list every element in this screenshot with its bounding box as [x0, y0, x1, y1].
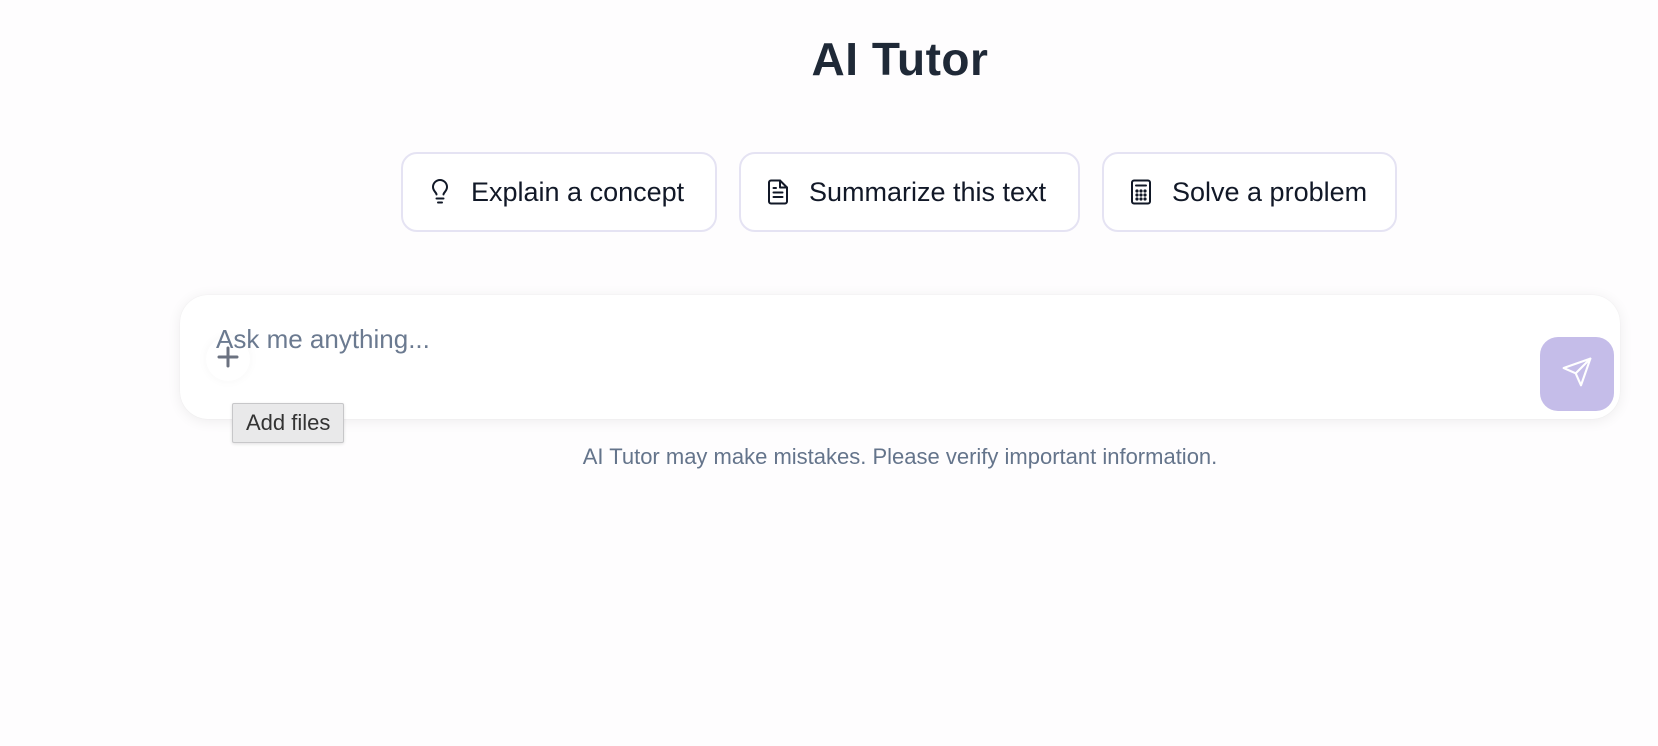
lightbulb-icon [427, 179, 453, 205]
disclaimer-text: AI Tutor may make mistakes. Please verif… [582, 444, 1218, 469]
document-icon [765, 179, 791, 205]
send-button[interactable] [1540, 337, 1614, 411]
add-files-button[interactable] [206, 337, 250, 381]
suggestion-label: Summarize this text [809, 176, 1047, 207]
plus-icon [217, 346, 239, 373]
page-title: AI Tutor [811, 33, 989, 85]
suggestion-solve-problem-button[interactable]: Solve a problem [1102, 152, 1397, 232]
message-input[interactable] [216, 317, 1516, 361]
suggestion-chips: Explain a concept Summarize this text So… [401, 152, 1397, 232]
suggestion-label: Explain a concept [471, 176, 685, 207]
suggestion-summarize-text-button[interactable]: Summarize this text [739, 152, 1080, 232]
suggestion-label: Solve a problem [1172, 176, 1368, 207]
add-files-tooltip: Add files [232, 403, 345, 443]
chat-composer: Add files [180, 295, 1620, 443]
send-icon [1561, 356, 1593, 393]
suggestion-explain-concept-button[interactable]: Explain a concept [401, 152, 717, 232]
calculator-icon [1128, 179, 1154, 205]
ai-tutor-page: AI Tutor Explain a concept Summarize thi… [0, 0, 1658, 746]
